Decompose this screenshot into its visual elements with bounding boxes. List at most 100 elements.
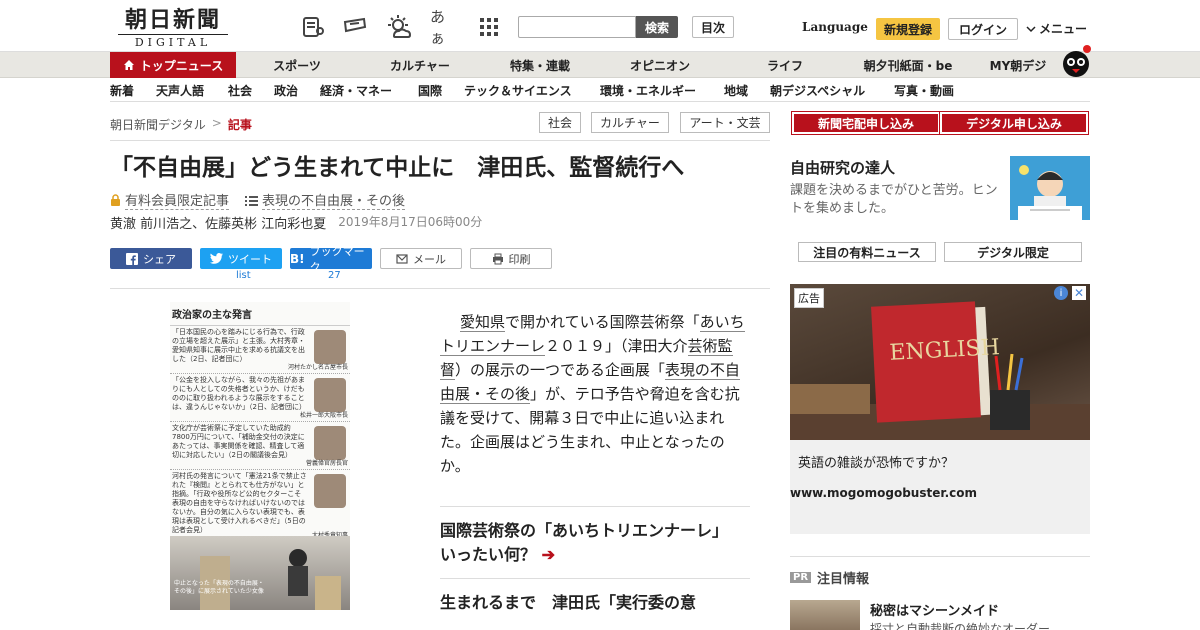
weather-icon[interactable] (386, 14, 412, 40)
nav-opinion[interactable]: オピニオン (610, 52, 710, 78)
related-title: 生まれるまで 津田氏「実行委の意 (440, 593, 697, 612)
figure-caption: 中止となった「表現の不自由展・その後」に展示されていた少女像 (174, 580, 264, 595)
font-size-icon[interactable]: あぁ (430, 8, 456, 47)
members-only-badge[interactable]: 有料会員限定記事 (110, 190, 230, 210)
nav2-international[interactable]: 国際 (418, 82, 442, 99)
tab-digital-only[interactable]: デジタル限定 (944, 242, 1082, 262)
hatena-count[interactable]: 27 (328, 270, 341, 281)
ad-close-icon[interactable]: ✕ (1072, 286, 1086, 300)
tag-art[interactable]: アート・文芸 (680, 112, 770, 133)
ad-image: ENGLISH (790, 284, 1090, 440)
statue-photo (170, 536, 350, 610)
hatena-label: ブックマーク (309, 244, 365, 274)
nav-top-news[interactable]: トップニュース (110, 52, 236, 78)
nav-sports[interactable]: スポーツ (252, 52, 342, 78)
breadcrumb-home[interactable]: 朝日新聞デジタル (110, 116, 206, 133)
pr-title[interactable]: 秘密はマシーンメイド (870, 600, 999, 619)
tag-culture[interactable]: カルチャー (591, 112, 669, 133)
facebook-label: シェア (143, 252, 176, 266)
nav-my-asahi[interactable]: MY朝デジ (980, 52, 1056, 78)
article-figure[interactable]: 政治家の主な発言 「日本国民の心を踏みにじる行為で、行政の立場を超えた展示」と主… (170, 302, 350, 610)
twitter-list-link[interactable]: list (236, 270, 251, 281)
nav-paper[interactable]: 朝夕刊紙面・be (850, 52, 966, 78)
quote-text: 「公金を投入しながら、我々の先祖があまりにも人としての失格者というか、けだものの… (172, 376, 306, 411)
figure-quote: 河村氏の発言について「憲法21条で禁止された『検閲』ととられても仕方がない」と指… (170, 470, 350, 542)
quote-text: 文化庁が芸術祭に予定していた助成約7800万円について、「補助金交付の決定にあた… (172, 424, 305, 459)
feature-illustration[interactable] (1010, 156, 1090, 220)
quote-speaker: 松井一郎大阪市長 (299, 412, 348, 419)
register-button[interactable]: 新規登録 (876, 18, 940, 40)
publish-date: 2019年8月17日06時00分 (338, 215, 483, 229)
nav2-society[interactable]: 社会 (228, 82, 252, 99)
pr-image[interactable] (790, 600, 860, 630)
pr-header: PR 注目情報 (790, 568, 869, 587)
nav-features[interactable]: 特集・連載 (490, 52, 590, 78)
advertisement[interactable]: ENGLISH 広告 i ✕ 英語の雑談が恐怖ですか？ www.mogomogo… (790, 284, 1090, 534)
body-text: ）の展示の一つである企画展「 (455, 361, 665, 379)
search-button[interactable]: 検索 (636, 16, 678, 38)
nav2-region[interactable]: 地域 (724, 82, 748, 99)
search-input[interactable] (518, 16, 636, 38)
primary-nav: トップニュース スポーツ カルチャー 特集・連載 オピニオン ライフ 朝夕刊紙面… (0, 52, 1200, 78)
nav2-special[interactable]: 朝デジスペシャル (770, 82, 865, 99)
feature-title[interactable]: 自由研究の達人 (790, 157, 895, 178)
mascot-icon[interactable] (1060, 44, 1092, 78)
related-link-2[interactable]: 生まれるまで 津田氏「実行委の意 (440, 578, 750, 615)
breadcrumb: 朝日新聞デジタル > 記事 (110, 116, 252, 133)
nav2-new[interactable]: 新着 (110, 82, 134, 99)
ad-headline[interactable]: 英語の雑談が恐怖ですか？ (798, 452, 954, 471)
ticket-icon[interactable] (342, 14, 368, 40)
nav2-tech[interactable]: テック＆サイエンス (464, 82, 572, 99)
body-link-aichi[interactable]: 愛知県 (460, 313, 506, 332)
article-headline: 「不自由展」どう生まれて中止に 津田氏、監督続行へ (110, 154, 685, 181)
menu-button[interactable]: メニュー (1026, 20, 1087, 37)
nav-culture[interactable]: カルチャー (370, 52, 470, 78)
facebook-icon (126, 252, 138, 265)
hatena-bookmark-button[interactable]: B! ブックマーク (290, 245, 372, 274)
nav2-photo[interactable]: 写真・動画 (894, 82, 954, 99)
tab-paid-news[interactable]: 注目の有料ニュース (798, 242, 936, 262)
related-link-1[interactable]: 国際芸術祭の「あいちトリエンナーレ」 いったい何？ ➔ (440, 506, 750, 567)
print-label: 印刷 (508, 252, 531, 266)
print-button[interactable]: 印刷 (470, 248, 552, 269)
chevron-down-icon (1026, 25, 1036, 32)
series-label: 表現の不自由展・その後 (262, 190, 406, 210)
quote-speaker: 菅義偉官房長官 (305, 460, 348, 467)
members-only-label: 有料会員限定記事 (125, 190, 230, 210)
divider (110, 288, 770, 289)
pr-description[interactable]: 採寸と自動裁断の絶妙なオーダー (870, 620, 1050, 630)
pr-label: 注目情報 (817, 572, 870, 587)
toc-button[interactable]: 目次 (692, 16, 734, 38)
top-header: 朝日新聞 DIGITAL あぁ 検索 目次 Language 新規登録 ログイン… (0, 0, 1200, 52)
language-link[interactable]: Language (802, 20, 868, 34)
ad-info-icon[interactable]: i (1054, 286, 1068, 300)
nav2-politics[interactable]: 政治 (274, 82, 298, 99)
ad-url[interactable]: www.mogomogobuster.com (790, 486, 977, 500)
nav2-economy[interactable]: 経済・マネー (320, 82, 392, 99)
nav2-tensei[interactable]: 天声人語 (156, 82, 204, 99)
series-link[interactable]: 表現の不自由展・その後 (245, 190, 406, 210)
byline: 黄澈 前川浩之、佐藤英彬 江向彩也夏 2019年8月17日06時00分 (110, 213, 482, 232)
divider (110, 140, 770, 141)
ad-label: 広告 (794, 288, 824, 308)
facebook-share-button[interactable]: シェア (110, 248, 192, 269)
nav2-environment[interactable]: 環境・エネルギー (600, 82, 696, 99)
nav-life[interactable]: ライフ (740, 52, 830, 78)
subscribe-digital-button[interactable]: デジタル申し込み (939, 111, 1089, 135)
mail-label: メール (413, 252, 446, 266)
pr-badge: PR (790, 572, 812, 583)
breadcrumb-current: 記事 (227, 118, 252, 132)
feature-description[interactable]: 課題を決めるまでがひと苦労。ヒントを集めました。 (790, 182, 1000, 218)
twitter-share-button[interactable]: ツイート (200, 248, 282, 269)
login-button[interactable]: ログイン (948, 18, 1018, 40)
quote-text: 「日本国民の心を踏みにじる行為で、行政の立場を超えた展示」と主張。大村秀章・愛知… (172, 328, 305, 363)
hatena-icon: B! (290, 251, 305, 266)
site-logo[interactable]: 朝日新聞 DIGITAL (118, 8, 228, 49)
grid-menu-icon[interactable] (476, 14, 502, 40)
subscribe-paper-button[interactable]: 新聞宅配申し込み (791, 111, 941, 135)
paper-icon[interactable] (300, 14, 326, 40)
portrait-photo (314, 378, 346, 412)
tag-society[interactable]: 社会 (539, 112, 581, 133)
secondary-nav: 新着 天声人語 社会 政治 経済・マネー 国際 テック＆サイエンス 環境・エネル… (110, 78, 1090, 102)
mail-share-button[interactable]: メール (380, 248, 462, 269)
